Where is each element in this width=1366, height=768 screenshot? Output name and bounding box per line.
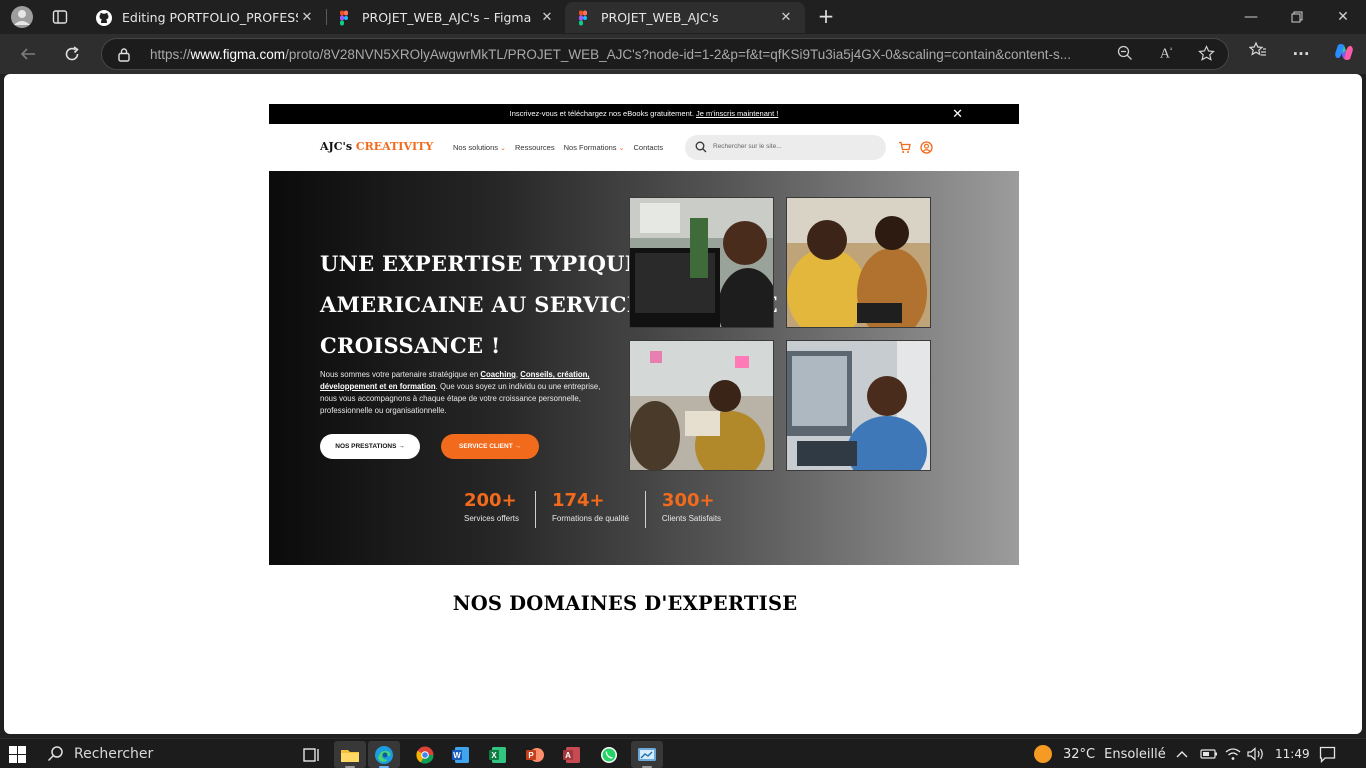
show-hidden-icons[interactable] <box>1176 739 1188 768</box>
excel-icon[interactable]: X <box>482 741 514 768</box>
new-tab-button[interactable]: + <box>814 5 838 29</box>
stat-divider <box>534 491 536 528</box>
access-icon[interactable]: A <box>556 741 588 768</box>
weather-description: Ensoleillé <box>1104 746 1166 762</box>
more-options-icon[interactable]: ··· <box>1288 41 1314 67</box>
site-search-input[interactable]: Rechercher sur le site... <box>685 135 886 160</box>
svg-text:P: P <box>528 751 534 760</box>
site-header: AJC's CREATIVITY Nos solutions ⌄ Ressour… <box>269 124 1019 171</box>
favorites-icon[interactable] <box>1245 41 1271 67</box>
tab-title: PROJET_WEB_AJC's <box>601 10 719 25</box>
windows-taskbar: Rechercher W X P A 32°C Ensoleillé 11:49 <box>0 738 1366 768</box>
main-nav: Nos solutions ⌄ Ressources Nos Formation… <box>453 143 663 152</box>
powerpoint-icon[interactable]: P <box>519 741 551 768</box>
edge-browser-icon[interactable] <box>368 741 400 768</box>
search-placeholder: Rechercher sur le site... <box>713 143 782 150</box>
screen-snip-icon[interactable] <box>631 741 663 768</box>
hero-photo-workshop <box>629 340 774 471</box>
tab-strip: Editing PORTFOLIO_PROFESSIONNEL ✕ PROJET… <box>0 0 1366 34</box>
taskbar-search[interactable]: Rechercher <box>47 745 153 762</box>
copilot-icon[interactable] <box>1331 41 1357 67</box>
figma-icon <box>579 10 587 25</box>
promo-text: Inscrivez-vous et téléchargez nos eBooks… <box>509 109 694 118</box>
nav-item-contacts[interactable]: Contacts <box>634 143 664 152</box>
notifications-icon[interactable] <box>1319 739 1336 768</box>
stat-services: 200+ Services offerts <box>464 490 519 524</box>
read-aloud-icon[interactable]: Aᵃ <box>1155 45 1177 65</box>
clock-time[interactable]: 11:49 <box>1275 739 1310 768</box>
chrome-icon[interactable] <box>409 741 441 768</box>
tab-title: PROJET_WEB_AJC's – Figma <box>362 10 532 25</box>
figma-icon <box>340 10 348 25</box>
profile-avatar-icon[interactable] <box>8 4 36 30</box>
nos-prestations-button[interactable]: NOS PRESTATIONS → <box>320 434 420 459</box>
search-icon <box>47 746 63 762</box>
hero-description: Nous sommes votre partenaire stratégique… <box>320 370 601 415</box>
windows-start-icon[interactable] <box>9 746 26 763</box>
hero-photo-team-meeting <box>786 197 931 328</box>
restore-button[interactable] <box>1274 0 1320 34</box>
sun-icon <box>1034 745 1052 763</box>
tab-figma-prototype[interactable]: PROJET_WEB_AJC's ✕ <box>565 2 805 33</box>
page-viewport: Inscrivez-vous et téléchargez nos eBooks… <box>4 74 1362 734</box>
search-icon <box>695 141 707 153</box>
battery-icon[interactable] <box>1200 739 1218 768</box>
nav-item-ressources[interactable]: Ressources <box>515 143 555 152</box>
lock-icon[interactable] <box>117 47 131 62</box>
user-account-icon[interactable] <box>920 141 933 154</box>
hero-photo-woman-laptop <box>629 197 774 328</box>
file-explorer-icon[interactable] <box>334 741 366 768</box>
weather-temperature: 32°C <box>1063 746 1096 762</box>
wifi-icon[interactable] <box>1225 739 1241 768</box>
chevron-up-icon <box>1176 751 1188 758</box>
promo-signup-link[interactable]: Je m'inscris maintenant ! <box>696 109 778 118</box>
tab-title: Editing PORTFOLIO_PROFESSIONNEL <box>122 10 298 25</box>
volume-icon[interactable] <box>1247 739 1265 768</box>
hero-photo-man-computer <box>786 340 931 471</box>
svg-text:X: X <box>491 751 497 760</box>
favorite-star-icon[interactable] <box>1195 45 1217 65</box>
stat-clients: 300+ Clients Satisfaits <box>661 490 722 524</box>
zoom-icon[interactable] <box>1114 45 1136 65</box>
tab-github-editing[interactable]: Editing PORTFOLIO_PROFESSIONNEL ✕ <box>86 2 326 33</box>
task-view-icon[interactable] <box>296 741 328 768</box>
stat-formations: 174+ Formations de qualité <box>551 490 629 524</box>
svg-text:W: W <box>453 751 461 760</box>
vertical-tabs-icon[interactable] <box>46 4 74 30</box>
reload-icon[interactable] <box>57 39 87 69</box>
tab-figma-editor[interactable]: PROJET_WEB_AJC's – Figma ✕ <box>326 2 566 33</box>
chevron-down-icon: ⌄ <box>618 145 625 152</box>
promo-banner: Inscrivez-vous et téléchargez nos eBooks… <box>269 104 1019 124</box>
minimize-button[interactable]: — <box>1228 0 1274 34</box>
close-tab-icon[interactable]: ✕ <box>538 10 556 25</box>
close-icon[interactable]: ✕ <box>952 104 963 124</box>
word-icon[interactable]: W <box>445 741 477 768</box>
address-bar[interactable]: https://www.figma.com/proto/8V28NVN5XROl… <box>101 38 1229 70</box>
chevron-down-icon: ⌄ <box>500 145 506 152</box>
service-client-button[interactable]: SERVICE CLIENT → <box>441 434 539 459</box>
site-logo[interactable]: AJC's CREATIVITY <box>320 140 433 153</box>
github-icon <box>96 9 112 26</box>
nav-item-solutions[interactable]: Nos solutions ⌄ <box>453 143 506 152</box>
whatsapp-icon[interactable] <box>593 741 625 768</box>
section-title-expertise: NOS DOMAINES D'EXPERTISE <box>452 592 798 615</box>
browser-toolbar: https://www.figma.com/proto/8V28NVN5XROl… <box>0 34 1366 74</box>
url-text[interactable]: https://www.figma.com/proto/8V28NVN5XROl… <box>150 47 1110 62</box>
stats-row: 200+ Services offerts 174+ Formations de… <box>464 491 737 529</box>
close-window-button[interactable]: ✕ <box>1320 0 1366 34</box>
svg-text:A: A <box>565 751 571 760</box>
weather-widget[interactable]: 32°C Ensoleillé <box>1034 739 1166 768</box>
figma-prototype-frame: Inscrivez-vous et téléchargez nos eBooks… <box>269 104 1019 615</box>
cart-icon[interactable] <box>898 141 911 154</box>
stat-divider <box>644 491 646 528</box>
close-tab-icon[interactable]: ✕ <box>777 10 795 25</box>
back-arrow-icon[interactable] <box>13 39 43 69</box>
nav-item-formations[interactable]: Nos Formations ⌄ <box>564 143 625 152</box>
close-tab-icon[interactable]: ✕ <box>298 10 316 25</box>
hero-section: UNE EXPERTISE TYPIQUEMENT AMERICAINE AU … <box>269 171 1019 565</box>
